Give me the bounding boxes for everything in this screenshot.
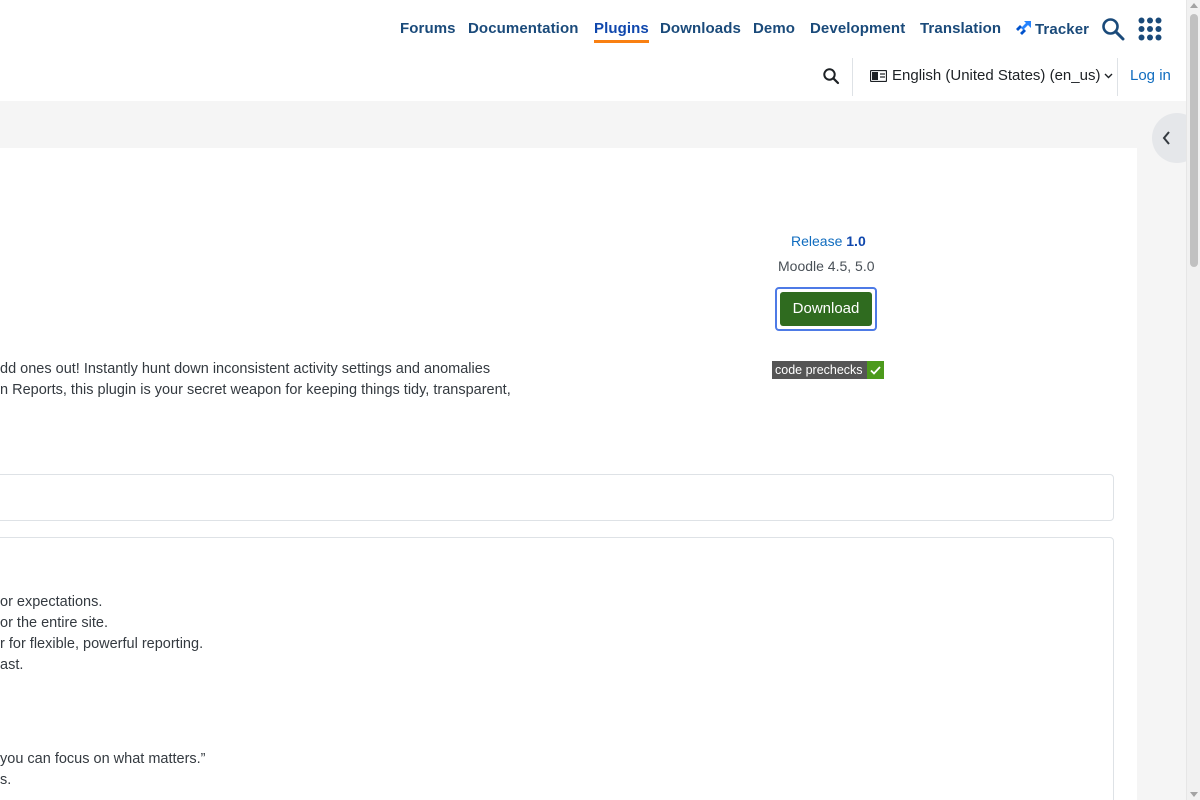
release-info[interactable]: Release 1.0 [791, 233, 866, 249]
divider [1117, 58, 1118, 96]
chevron-left-icon [1162, 131, 1170, 145]
release-prefix: Release [791, 233, 843, 249]
download-button-focus-ring: Download [775, 287, 877, 331]
moodle-versions: Moodle 4.5, 5.0 [778, 258, 875, 274]
checkmark-icon [866, 361, 884, 379]
vertical-scrollbar[interactable] [1186, 0, 1200, 800]
code-prechecks-badge[interactable]: code prechecks [772, 361, 884, 379]
scrollbar-thumb[interactable] [1190, 14, 1198, 267]
chevron-down-icon [1104, 73, 1113, 79]
tracker-icon [1016, 21, 1031, 35]
nav-item-documentation[interactable]: Documentation [468, 20, 578, 37]
search-icon[interactable] [1101, 17, 1125, 41]
search-icon[interactable] [822, 67, 840, 85]
quote-line: you can focus on what matters.” [0, 751, 206, 767]
download-button[interactable]: Download [780, 292, 872, 326]
nav-item-demo[interactable]: Demo [753, 20, 795, 37]
description-line: n Reports, this plugin is your secret we… [0, 382, 511, 398]
list-item: or the entire site. [0, 615, 108, 631]
badge-label: code prechecks [772, 361, 867, 379]
divider [852, 58, 853, 96]
list-item: or expectations. [0, 594, 103, 610]
plugin-description: dd ones out! Instantly hunt down inconsi… [0, 359, 530, 401]
list-item: ast. [0, 657, 24, 673]
plugin-main-card: Release 1.0 Moodle 4.5, 5.0 Download cod… [0, 148, 1137, 800]
nav-item-forums[interactable]: Forums [400, 20, 456, 37]
nav-item-tracker[interactable]: Tracker [1015, 20, 1089, 38]
nav-item-plugins[interactable]: Plugins [594, 20, 649, 43]
login-link[interactable]: Log in [1130, 67, 1171, 84]
feature-list: or expectations. or the entire site. r f… [0, 592, 203, 676]
scroll-down-arrow[interactable] [1190, 792, 1198, 797]
top-navigation: Forums Documentation Plugins Downloads D… [0, 0, 1186, 58]
description-line: dd ones out! Instantly hunt down inconsi… [0, 361, 491, 377]
quote-line: s. [0, 772, 12, 788]
list-item: r for flexible, powerful reporting. [0, 636, 204, 652]
nav-item-downloads[interactable]: Downloads [660, 20, 741, 37]
nav-item-translation[interactable]: Translation [920, 20, 1001, 37]
nav-item-tracker-label: Tracker [1035, 21, 1090, 38]
language-selector[interactable]: English (United States) (en_us) [870, 67, 1113, 84]
tabs-panel [0, 474, 1114, 521]
scroll-up-arrow[interactable] [1190, 3, 1198, 8]
language-icon [870, 70, 887, 82]
apps-grid-icon[interactable] [1138, 17, 1162, 41]
language-label: English (United States) (en_us) [892, 67, 1101, 84]
release-version: 1.0 [846, 233, 866, 249]
quote-text: you can focus on what matters.” s. [0, 749, 206, 791]
secondary-bar: English (United States) (en_us) Log in [0, 58, 1186, 101]
nav-item-development[interactable]: Development [810, 20, 905, 37]
